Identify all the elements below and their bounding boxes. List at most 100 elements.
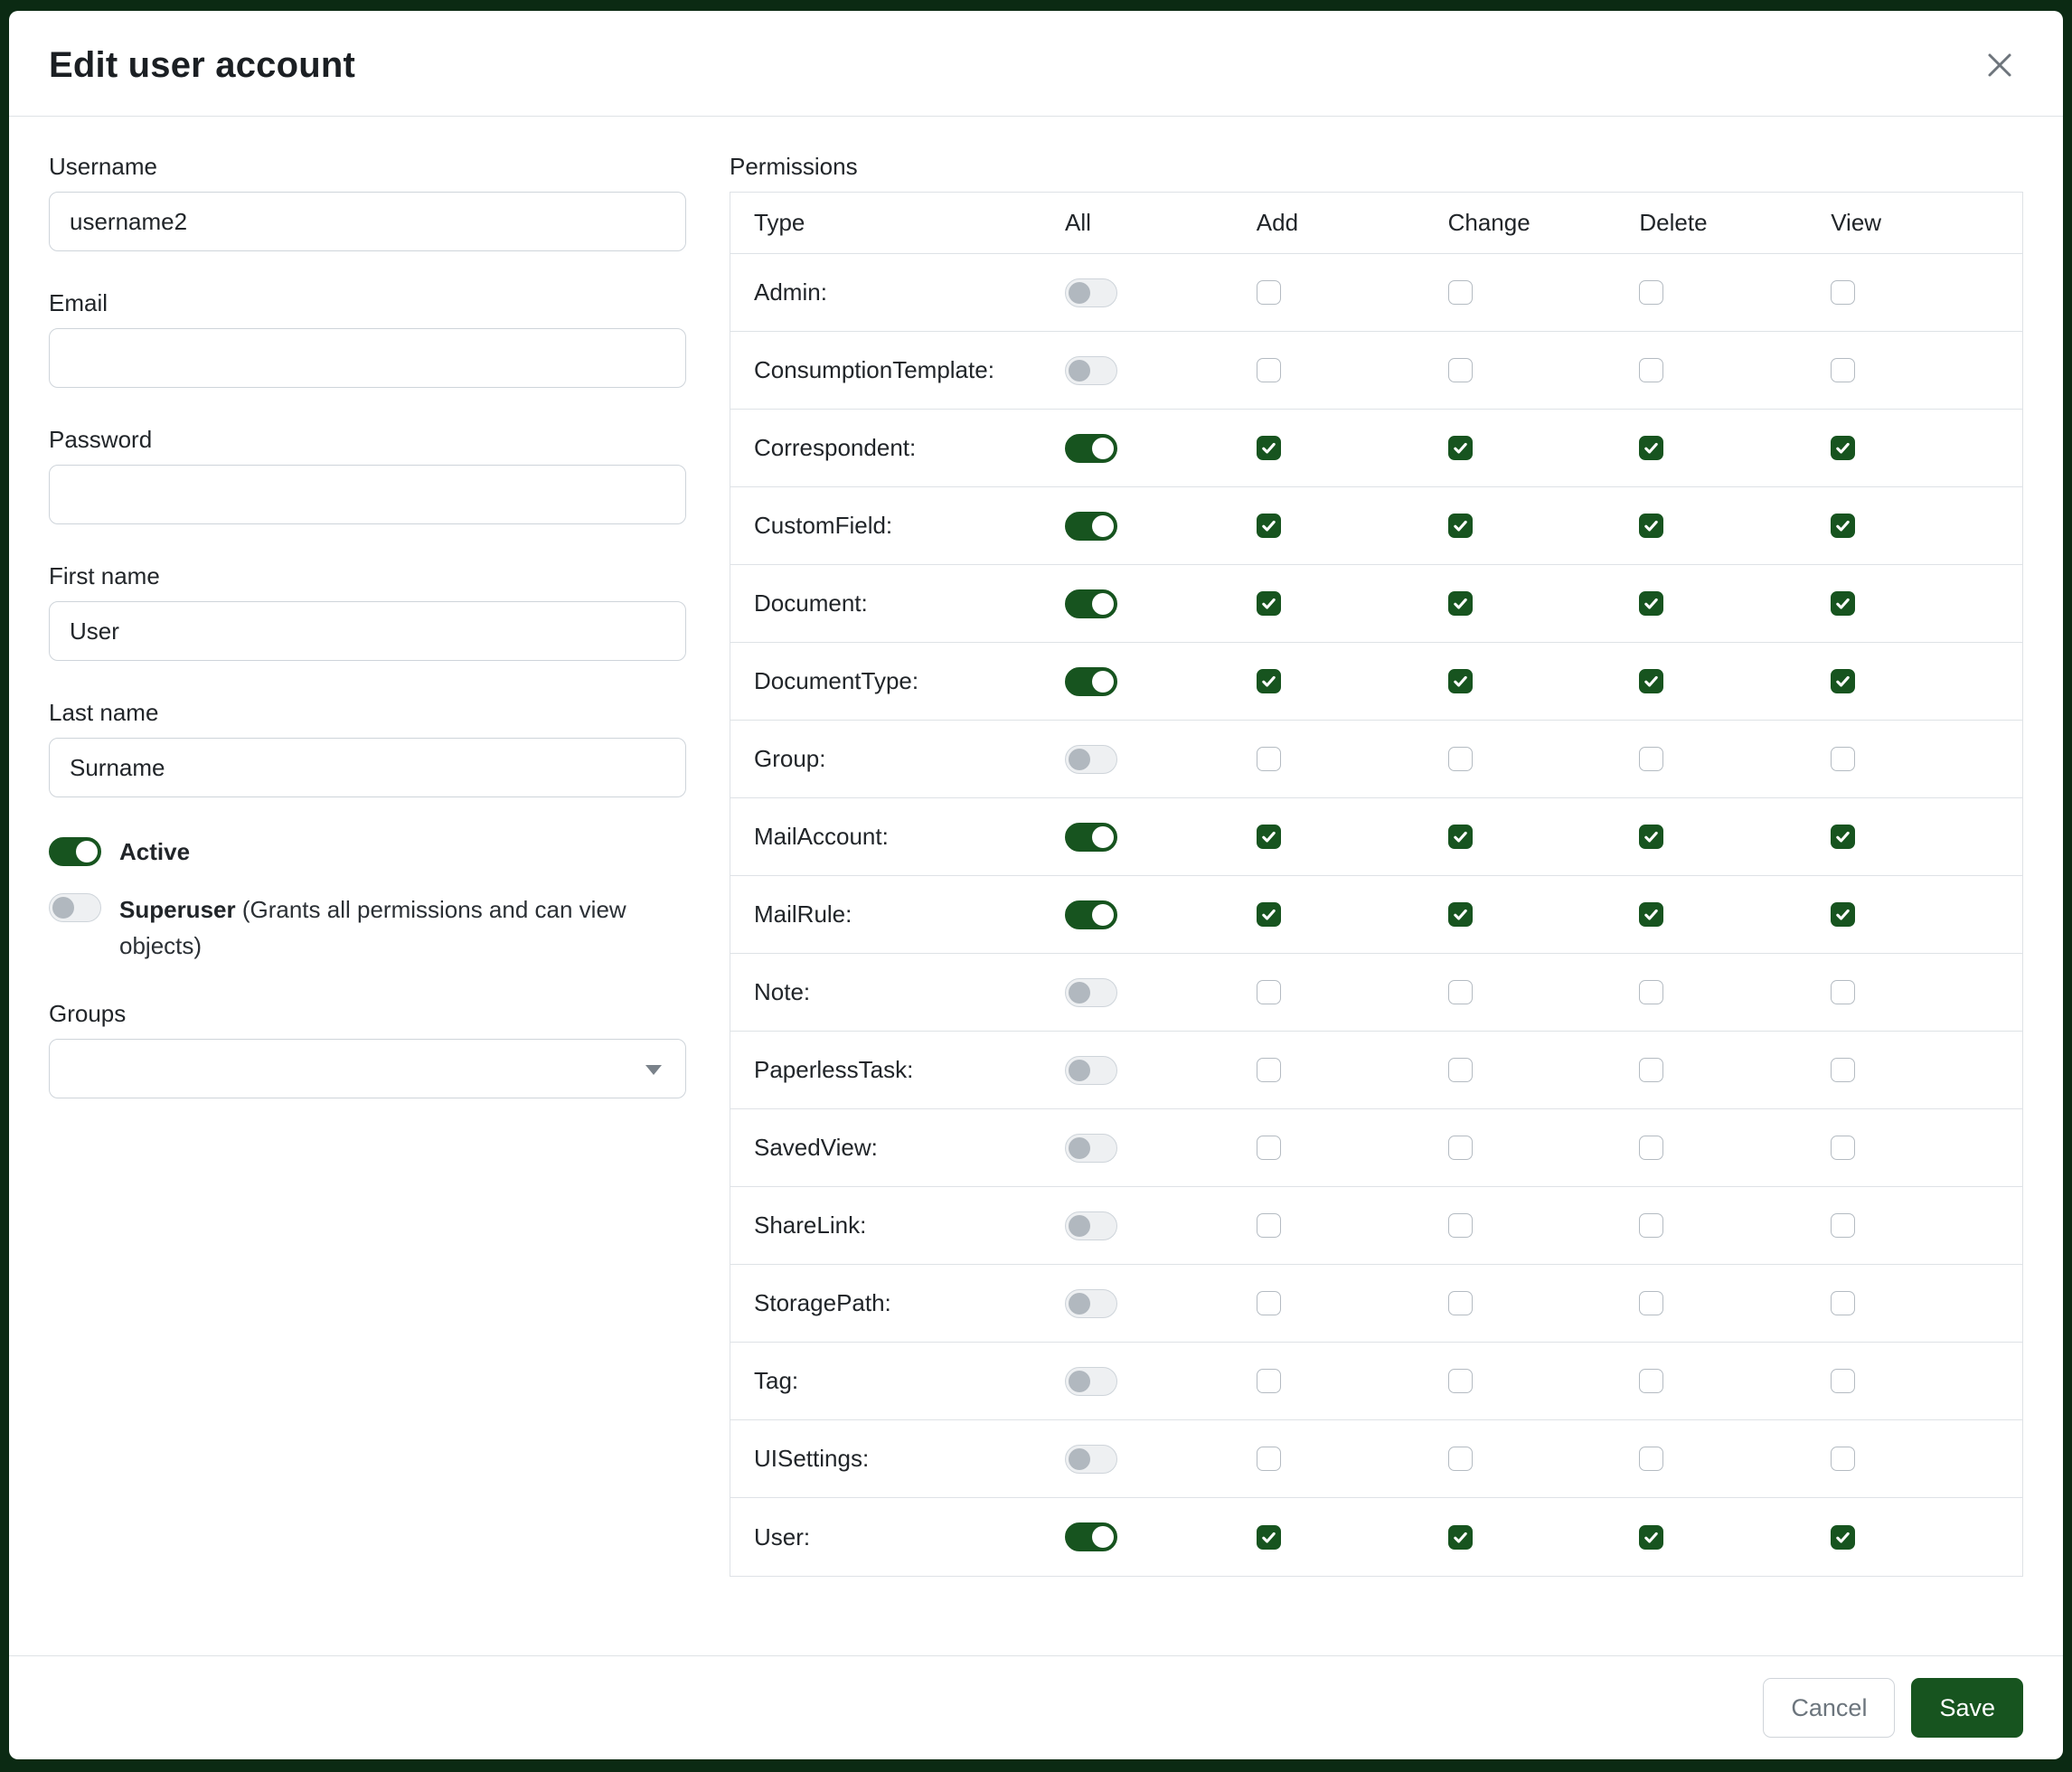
permission-change-checkbox-uisettings[interactable] [1448, 1447, 1473, 1471]
permission-delete-checkbox-document[interactable] [1639, 591, 1663, 616]
permission-view-checkbox-storagepath[interactable] [1831, 1291, 1855, 1315]
password-input[interactable] [49, 465, 686, 524]
permission-all-toggle-correspondent[interactable] [1065, 434, 1117, 463]
permission-delete-checkbox-mailaccount[interactable] [1639, 825, 1663, 849]
permission-delete-checkbox-group[interactable] [1639, 747, 1663, 771]
permission-view-checkbox-group[interactable] [1831, 747, 1855, 771]
permission-add-checkbox-sharelink[interactable] [1257, 1213, 1281, 1238]
first-name-input[interactable] [49, 601, 686, 661]
permission-view-checkbox-mailrule[interactable] [1831, 902, 1855, 927]
permission-add-checkbox-uisettings[interactable] [1257, 1447, 1281, 1471]
permission-all-toggle-document[interactable] [1065, 589, 1117, 618]
username-input[interactable] [49, 192, 686, 251]
cancel-button[interactable]: Cancel [1763, 1678, 1895, 1738]
email-input[interactable] [49, 328, 686, 388]
permission-delete-checkbox-storagepath[interactable] [1639, 1291, 1663, 1315]
permission-delete-checkbox-tag[interactable] [1639, 1369, 1663, 1393]
permission-add-checkbox-savedview[interactable] [1257, 1136, 1281, 1160]
permission-type-label: MailRule: [730, 900, 1065, 928]
permission-change-checkbox-consumptiontemplate[interactable] [1448, 358, 1473, 382]
permission-change-checkbox-note[interactable] [1448, 980, 1473, 1004]
permission-change-checkbox-customfield[interactable] [1448, 514, 1473, 538]
groups-select[interactable] [49, 1039, 686, 1098]
permission-view-checkbox-document[interactable] [1831, 591, 1855, 616]
permission-change-checkbox-sharelink[interactable] [1448, 1213, 1473, 1238]
permission-delete-checkbox-note[interactable] [1639, 980, 1663, 1004]
permission-all-toggle-mailrule[interactable] [1065, 900, 1117, 929]
permission-view-checkbox-admin[interactable] [1831, 280, 1855, 305]
permission-view-checkbox-mailaccount[interactable] [1831, 825, 1855, 849]
permission-delete-checkbox-admin[interactable] [1639, 280, 1663, 305]
permission-add-checkbox-admin[interactable] [1257, 280, 1281, 305]
permission-add-checkbox-user[interactable] [1257, 1525, 1281, 1550]
permission-view-checkbox-customfield[interactable] [1831, 514, 1855, 538]
permission-all-toggle-user[interactable] [1065, 1522, 1117, 1551]
last-name-input[interactable] [49, 738, 686, 797]
permission-all-toggle-consumptiontemplate[interactable] [1065, 356, 1117, 385]
permission-all-toggle-mailaccount[interactable] [1065, 823, 1117, 852]
permission-view-checkbox-tag[interactable] [1831, 1369, 1855, 1393]
permission-all-toggle-tag[interactable] [1065, 1367, 1117, 1396]
superuser-toggle[interactable] [49, 893, 101, 922]
permission-view-checkbox-correspondent[interactable] [1831, 436, 1855, 460]
permission-delete-checkbox-savedview[interactable] [1639, 1136, 1663, 1160]
permission-change-checkbox-correspondent[interactable] [1448, 436, 1473, 460]
permission-add-checkbox-mailaccount[interactable] [1257, 825, 1281, 849]
permission-view-checkbox-paperlesstask[interactable] [1831, 1058, 1855, 1082]
permission-change-checkbox-mailrule[interactable] [1448, 902, 1473, 927]
permission-add-checkbox-group[interactable] [1257, 747, 1281, 771]
permission-add-checkbox-correspondent[interactable] [1257, 436, 1281, 460]
permission-add-checkbox-mailrule[interactable] [1257, 902, 1281, 927]
permission-add-checkbox-consumptiontemplate[interactable] [1257, 358, 1281, 382]
permission-add-checkbox-tag[interactable] [1257, 1369, 1281, 1393]
permission-change-checkbox-document[interactable] [1448, 591, 1473, 616]
permission-delete-checkbox-user[interactable] [1639, 1525, 1663, 1550]
permission-delete-checkbox-uisettings[interactable] [1639, 1447, 1663, 1471]
permission-change-checkbox-mailaccount[interactable] [1448, 825, 1473, 849]
save-button[interactable]: Save [1911, 1678, 2023, 1738]
permission-view-checkbox-savedview[interactable] [1831, 1136, 1855, 1160]
permission-delete-checkbox-correspondent[interactable] [1639, 436, 1663, 460]
permission-delete-checkbox-sharelink[interactable] [1639, 1213, 1663, 1238]
permission-add-checkbox-customfield[interactable] [1257, 514, 1281, 538]
permission-change-checkbox-tag[interactable] [1448, 1369, 1473, 1393]
permission-all-toggle-uisettings[interactable] [1065, 1445, 1117, 1474]
permission-delete-checkbox-documenttype[interactable] [1639, 669, 1663, 693]
permission-all-toggle-paperlesstask[interactable] [1065, 1056, 1117, 1085]
permission-all-toggle-customfield[interactable] [1065, 512, 1117, 541]
permission-all-toggle-storagepath[interactable] [1065, 1289, 1117, 1318]
permission-delete-checkbox-customfield[interactable] [1639, 514, 1663, 538]
permission-add-checkbox-paperlesstask[interactable] [1257, 1058, 1281, 1082]
permission-view-checkbox-sharelink[interactable] [1831, 1213, 1855, 1238]
permission-change-checkbox-user[interactable] [1448, 1525, 1473, 1550]
permission-view-checkbox-documenttype[interactable] [1831, 669, 1855, 693]
toggle-knob [1092, 671, 1114, 693]
permission-view-checkbox-uisettings[interactable] [1831, 1447, 1855, 1471]
permission-change-checkbox-admin[interactable] [1448, 280, 1473, 305]
permission-view-checkbox-note[interactable] [1831, 980, 1855, 1004]
permission-delete-checkbox-mailrule[interactable] [1639, 902, 1663, 927]
permission-delete-checkbox-consumptiontemplate[interactable] [1639, 358, 1663, 382]
permission-add-checkbox-document[interactable] [1257, 591, 1281, 616]
permission-change-checkbox-group[interactable] [1448, 747, 1473, 771]
permission-add-checkbox-documenttype[interactable] [1257, 669, 1281, 693]
permission-add-checkbox-storagepath[interactable] [1257, 1291, 1281, 1315]
permission-add-checkbox-note[interactable] [1257, 980, 1281, 1004]
email-label: Email [49, 289, 686, 317]
permission-all-toggle-documenttype[interactable] [1065, 667, 1117, 696]
permission-all-toggle-admin[interactable] [1065, 278, 1117, 307]
permission-all-toggle-sharelink[interactable] [1065, 1211, 1117, 1240]
permission-change-checkbox-savedview[interactable] [1448, 1136, 1473, 1160]
permission-all-toggle-group[interactable] [1065, 745, 1117, 774]
permission-change-checkbox-documenttype[interactable] [1448, 669, 1473, 693]
close-button[interactable] [1976, 42, 2023, 89]
permission-all-toggle-note[interactable] [1065, 978, 1117, 1007]
permission-change-checkbox-paperlesstask[interactable] [1448, 1058, 1473, 1082]
toggle-knob [1069, 1448, 1090, 1470]
permission-delete-checkbox-paperlesstask[interactable] [1639, 1058, 1663, 1082]
permission-view-checkbox-consumptiontemplate[interactable] [1831, 358, 1855, 382]
permission-all-toggle-savedview[interactable] [1065, 1134, 1117, 1163]
active-toggle[interactable] [49, 837, 101, 866]
permission-view-checkbox-user[interactable] [1831, 1525, 1855, 1550]
permission-change-checkbox-storagepath[interactable] [1448, 1291, 1473, 1315]
